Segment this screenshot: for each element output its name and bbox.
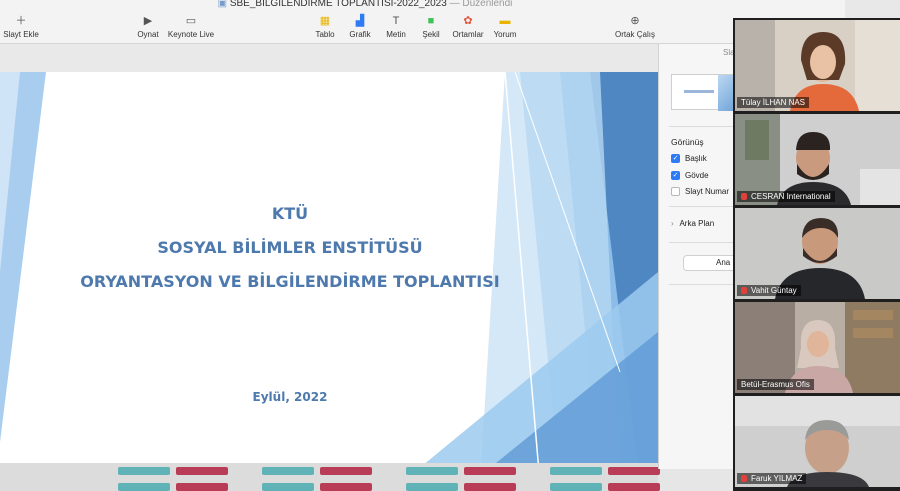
- participant-name-tag: CESRAN International: [737, 191, 835, 202]
- divider: [669, 126, 738, 127]
- slide-thumbnail[interactable]: [550, 467, 602, 475]
- plus-icon: ＋: [15, 15, 27, 27]
- body-checkbox-row[interactable]: ✓ Gövde: [671, 169, 709, 181]
- slide-thumbnail[interactable]: [406, 483, 458, 491]
- slide-title-line-3[interactable]: ORYANTASYON VE BİLGİLENDİRME TOPLANTISI: [0, 272, 580, 291]
- participant-tile-active-speaker[interactable]: Betül-Erasmus Ofis: [735, 302, 900, 393]
- slide-thumbnail[interactable]: [320, 467, 372, 475]
- slide-layout-thumbnail[interactable]: [671, 74, 737, 111]
- muted-microphone-icon: [741, 475, 747, 482]
- live-broadcast-icon: ▭: [185, 15, 197, 27]
- slide-thumbnail[interactable]: [176, 483, 228, 491]
- appearance-label: Görünüş: [671, 137, 704, 147]
- slide-thumbnail[interactable]: [320, 483, 372, 491]
- participant-tile[interactable]: Faruk YILMAZ: [735, 396, 900, 487]
- slide-thumbnail[interactable]: [608, 483, 660, 491]
- edit-master-button[interactable]: Ana: [683, 255, 738, 271]
- participant-tile[interactable]: Tülay İLHAN NAS: [735, 20, 900, 111]
- document-status: — Düzenlendi: [449, 0, 513, 9]
- chart-button[interactable]: ▟ Grafik: [346, 14, 374, 42]
- divider: [669, 206, 738, 207]
- slide-navigator-strip: [0, 463, 660, 491]
- slide-canvas[interactable]: KTÜ SOSYAL BİLİMLER ENSTİTÜSÜ ORYANTASYO…: [0, 44, 660, 491]
- participant-name-tag: Tülay İLHAN NAS: [737, 97, 810, 108]
- checkmark-icon[interactable]: ✓: [671, 170, 680, 180]
- keynote-live-button[interactable]: ▭ Keynote Live: [166, 14, 216, 42]
- participant-tile[interactable]: Vahit Güntay: [735, 208, 900, 299]
- slide-thumbnail[interactable]: [176, 467, 228, 475]
- divider: [669, 284, 738, 285]
- chart-icon: ▟: [355, 15, 365, 27]
- video-participants-panel: Tülay İLHAN NAS CESRAN International Vah…: [733, 18, 900, 491]
- table-button[interactable]: ▦ Tablo: [312, 14, 338, 42]
- participant-name-tag: Vahit Güntay: [737, 285, 801, 296]
- play-icon: ▶: [143, 15, 153, 27]
- shape-icon: ■: [427, 15, 435, 27]
- comment-icon: ▬: [499, 15, 511, 27]
- slide-number-checkbox-row[interactable]: Slayt Numar: [671, 185, 729, 197]
- doc-icon: ▣: [217, 0, 228, 9]
- current-slide[interactable]: KTÜ SOSYAL BİLİMLER ENSTİTÜSÜ ORYANTASYO…: [0, 72, 658, 484]
- slide-thumbnail[interactable]: [464, 483, 516, 491]
- background-section[interactable]: › Arka Plan: [671, 219, 714, 228]
- participant-tile[interactable]: CESRAN International: [735, 114, 900, 205]
- slide-title-line-2[interactable]: SOSYAL BİLİMLER ENSTİTÜSÜ: [0, 238, 580, 257]
- shape-button[interactable]: ■ Şekil: [420, 14, 442, 42]
- slide-date[interactable]: Eylül, 2022: [0, 390, 580, 404]
- slide-thumbnail[interactable]: [406, 467, 458, 475]
- thumbnail-title-line: [684, 90, 714, 93]
- chevron-right-icon: ›: [671, 219, 674, 228]
- checkmark-icon[interactable]: ✓: [671, 153, 680, 163]
- media-icon: ✿: [463, 15, 473, 27]
- format-inspector: Sla Görünüş ✓ Başlık ✓ Gövde Slayt Numar…: [658, 44, 738, 469]
- title-checkbox-row[interactable]: ✓ Başlık: [671, 152, 707, 164]
- participant-name-tag: Betül-Erasmus Ofis: [737, 379, 814, 390]
- slide-thumbnail[interactable]: [550, 483, 602, 491]
- slide-thumbnail[interactable]: [118, 467, 170, 475]
- document-name: SBE_BILGILENDIRME TOPLANTISI-2022_2023: [229, 0, 447, 9]
- add-slide-button[interactable]: ＋ Slayt Ekle: [2, 14, 40, 42]
- text-icon: T: [392, 15, 400, 27]
- divider: [669, 242, 738, 243]
- muted-microphone-icon: [741, 287, 747, 294]
- table-icon: ▦: [319, 15, 331, 27]
- slide-thumbnail[interactable]: [464, 467, 516, 475]
- text-button[interactable]: T Metin: [383, 14, 409, 42]
- checkbox-empty-icon[interactable]: [671, 186, 680, 196]
- media-button[interactable]: ✿ Ortamlar: [451, 14, 485, 42]
- play-button[interactable]: ▶ Oynat: [134, 14, 162, 42]
- collaborate-button[interactable]: ⊕ Ortak Çalış: [614, 14, 656, 42]
- slide-thumbnail[interactable]: [262, 483, 314, 491]
- muted-microphone-icon: [741, 193, 747, 200]
- collaborate-icon: ⊕: [630, 15, 640, 27]
- keynote-window: ▣ SBE_BILGILENDIRME TOPLANTISI-2022_2023…: [0, 0, 900, 491]
- slide-title-line-1[interactable]: KTÜ: [0, 204, 580, 223]
- window-corner: [845, 0, 900, 18]
- participant-name-tag: Faruk YILMAZ: [737, 473, 807, 484]
- slide-thumbnail[interactable]: [262, 467, 314, 475]
- slide-thumbnail[interactable]: [118, 483, 170, 491]
- document-title: ▣ SBE_BILGILENDIRME TOPLANTISI-2022_2023…: [0, 0, 730, 9]
- comment-button[interactable]: ▬ Yorum: [492, 14, 518, 42]
- slide-thumbnail[interactable]: [608, 467, 660, 475]
